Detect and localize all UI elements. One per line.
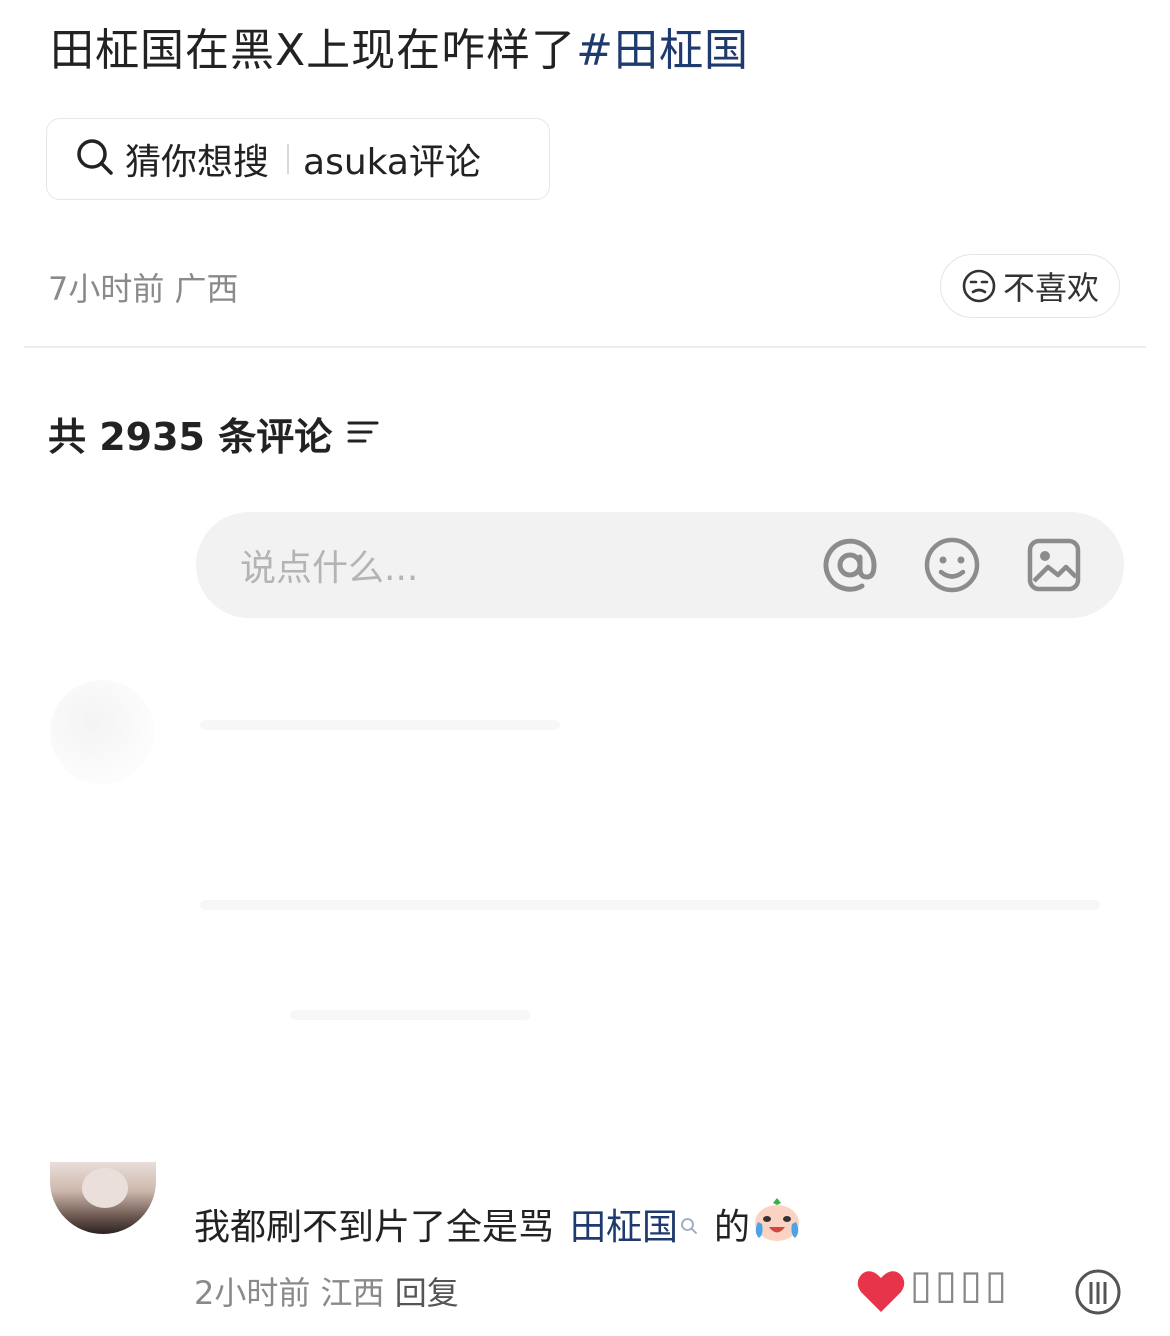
comment-composer[interactable]: 说点什么... xyxy=(196,512,1124,618)
meh-face-icon xyxy=(962,269,996,303)
search-icon xyxy=(75,137,115,181)
commenter-avatar[interactable] xyxy=(50,1162,156,1234)
heart-icon[interactable] xyxy=(856,1268,906,1318)
comment-suffix: 的 xyxy=(714,1206,751,1248)
blurred-comment-avatar xyxy=(50,680,154,784)
post-title: 田柾国在黑X上现在咋样了#田柾国 xyxy=(50,22,749,80)
comment-body: 我都刷不到片了全是骂 田柾国 的 xyxy=(194,1194,804,1253)
comment-topic-link[interactable]: 田柾国 xyxy=(570,1198,678,1250)
blurred-placeholder xyxy=(200,720,560,730)
image-icon[interactable] xyxy=(1022,533,1086,597)
mention-icon[interactable] xyxy=(818,533,882,597)
more-options-icon[interactable] xyxy=(1074,1268,1122,1320)
dislike-label: 不喜欢 xyxy=(1002,269,1099,307)
comment-text: 我都刷不到片了全是骂 xyxy=(194,1206,555,1248)
post-title-text: 田柾国在黑X上现在咋样了 xyxy=(50,25,577,76)
comment-meta: 2小时前 江西 回复 xyxy=(194,1268,459,1314)
emoji-icon[interactable] xyxy=(920,533,984,597)
blurred-placeholder xyxy=(290,1010,530,1020)
reply-button[interactable]: 回复 xyxy=(395,1274,459,1312)
suggested-search-keyword: asuka评论 xyxy=(303,142,481,183)
post-title-hashtag[interactable]: #田柾国 xyxy=(576,25,749,76)
comments-count-header: 共 2935 条评论 xyxy=(48,406,380,461)
comment-location: 江西 xyxy=(320,1274,385,1312)
like-count-obscured: ▯▯▯▯ xyxy=(910,1262,1011,1308)
comments-count: 共 2935 条评论 xyxy=(48,415,333,459)
comment-input[interactable]: 说点什么... xyxy=(240,539,818,591)
chip-separator xyxy=(287,144,290,174)
section-divider xyxy=(24,346,1146,348)
suggested-search-chip[interactable]: 猜你想搜 asuka评论 xyxy=(46,118,550,200)
mini-search-icon xyxy=(680,1203,698,1244)
blurred-placeholder xyxy=(200,900,1100,910)
dislike-button[interactable]: 不喜欢 xyxy=(940,254,1120,318)
crying-laugh-emoji-icon xyxy=(750,1194,804,1253)
suggested-search-label: 猜你想搜 xyxy=(125,142,270,183)
comment-time: 2小时前 xyxy=(194,1274,311,1312)
sort-icon[interactable] xyxy=(346,412,380,456)
post-meta: 7小时前 广西 xyxy=(48,270,239,308)
avatar-face xyxy=(82,1168,128,1208)
